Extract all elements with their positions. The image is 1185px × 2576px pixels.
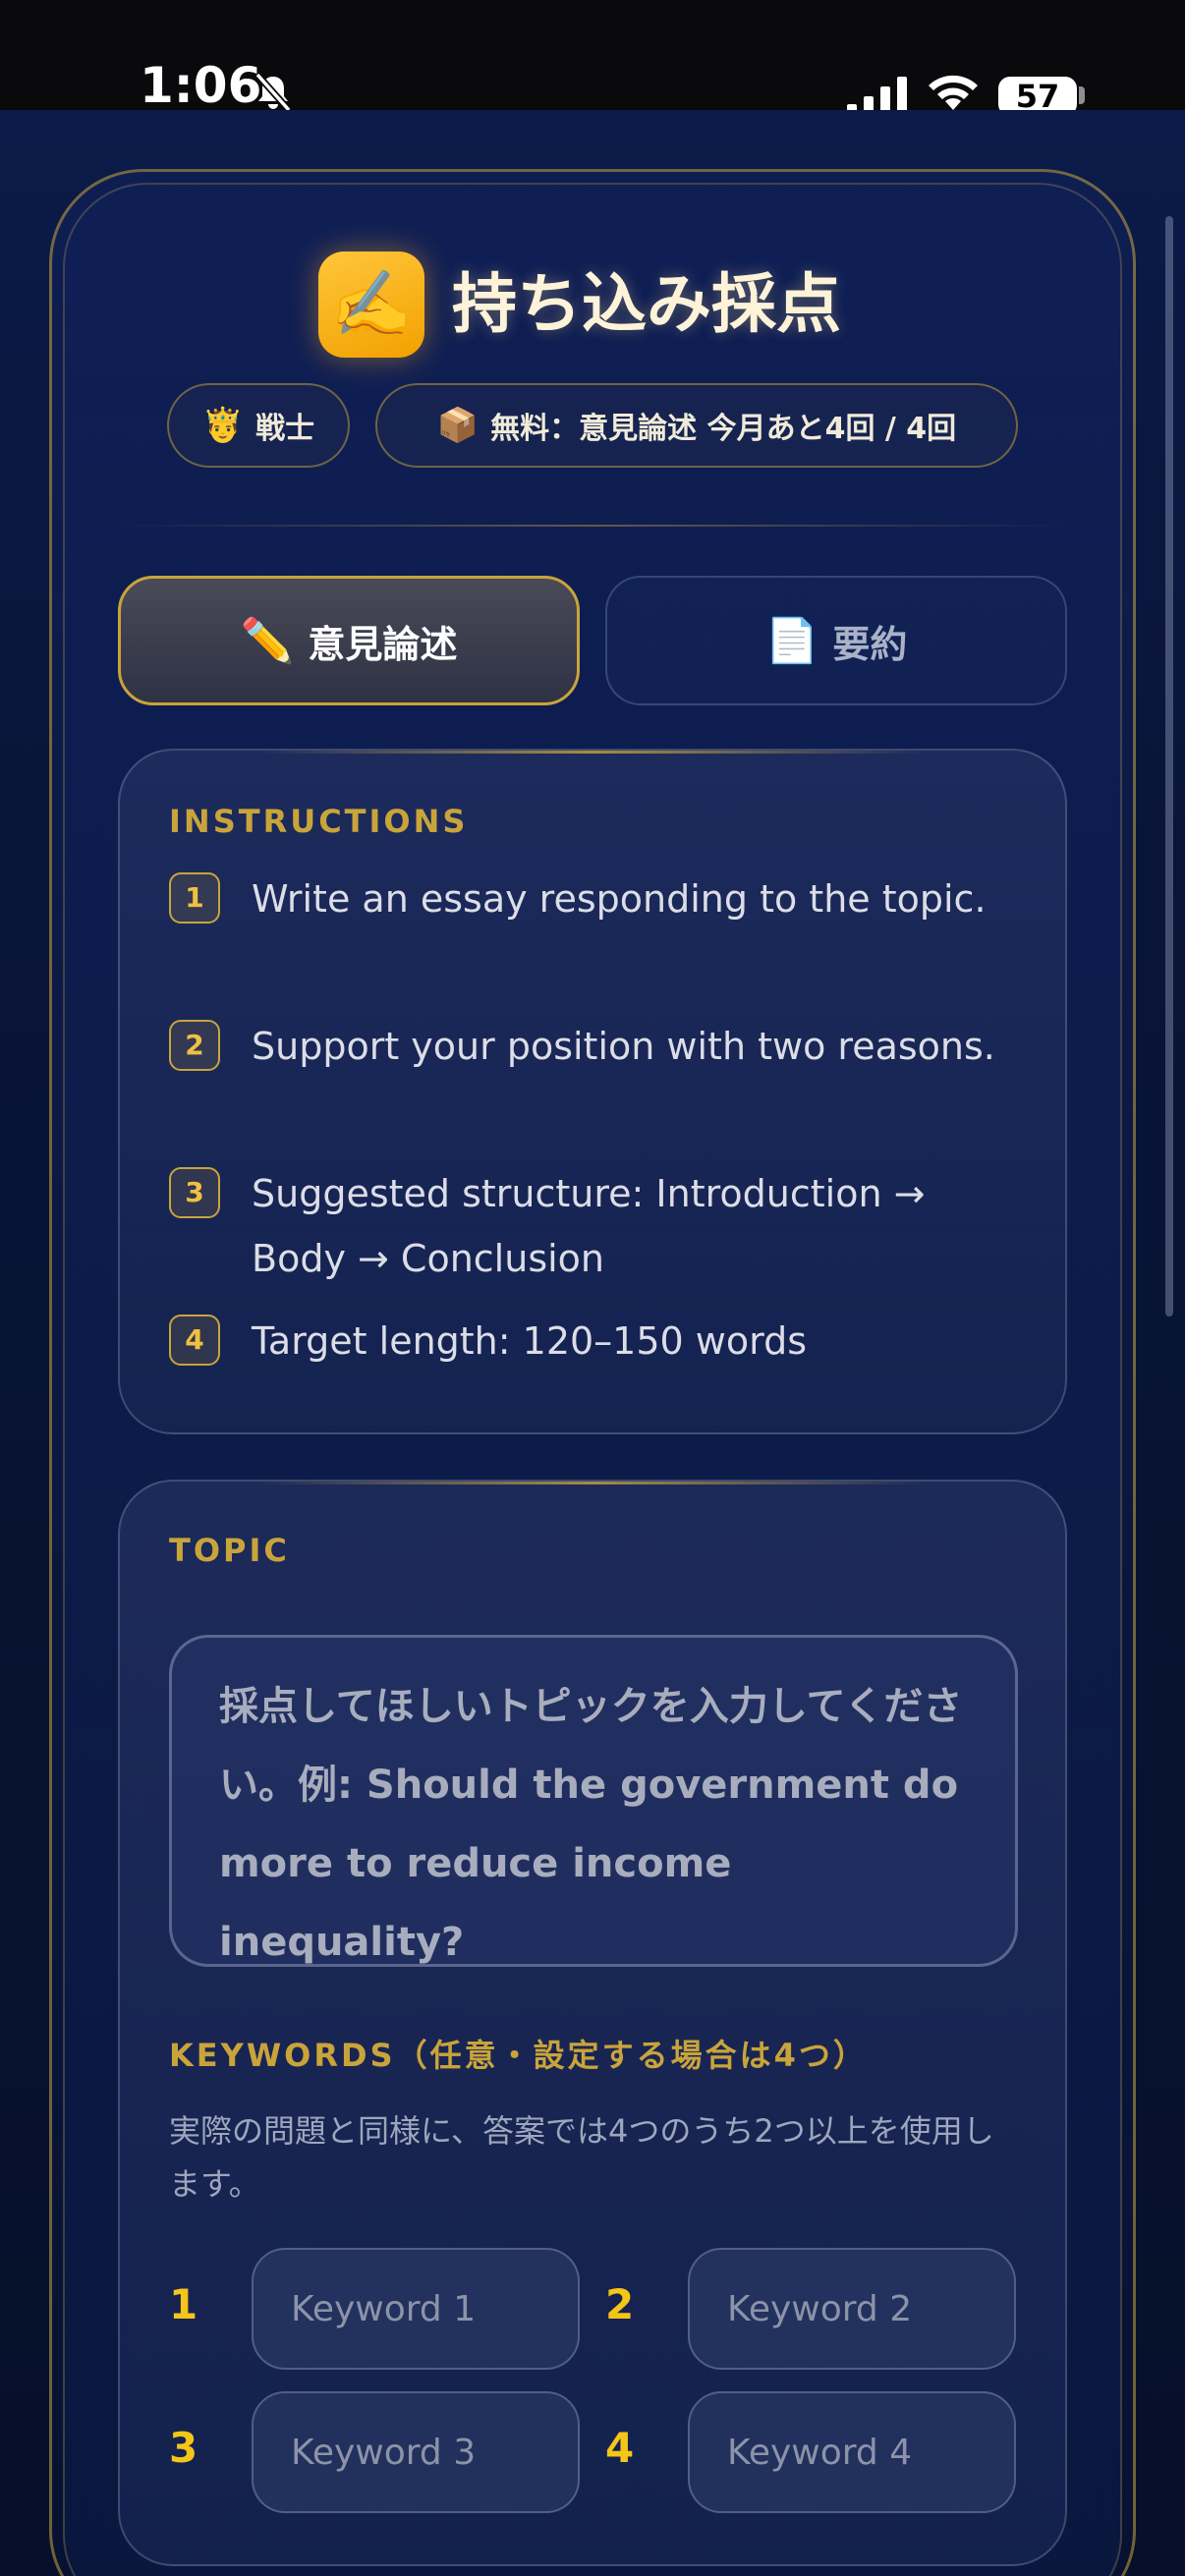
step-text: Support your position with two reasons. — [252, 1025, 995, 1068]
wifi-icon — [929, 75, 978, 110]
keywords-heading: KEYWORDS（任意・設定する場合は4つ） — [169, 2037, 868, 2074]
instructions-heading: INSTRUCTIONS — [169, 803, 469, 840]
tab-label: 要約 — [832, 622, 908, 666]
keyword-4-input[interactable] — [688, 2391, 1016, 2513]
step-text: Write an essay responding to the topic. — [252, 877, 987, 921]
step-text: Target length: 120–150 words — [252, 1319, 807, 1363]
pencil-icon: ✏️ — [240, 616, 295, 666]
header-divider — [118, 525, 1067, 527]
keyword-1-input[interactable] — [252, 2248, 580, 2370]
quota-badge: 📦 無料：意見論述 今月あと4回 / 4回 — [375, 383, 1018, 468]
keywords-help-text: 実際の問題と同様に、答案では4つのうち2つ以上を使用します。 — [169, 2112, 994, 2203]
topic-panel: TOPIC 採点してほしいトピックを入力してください。例: Should the… — [118, 1480, 1067, 2566]
step-number: 4 — [169, 1315, 220, 1366]
document-icon: 📄 — [764, 616, 819, 666]
status-time: 1:06 — [140, 57, 262, 114]
bell-off-icon — [254, 72, 292, 113]
page-title: 持ち込み採点 — [452, 266, 841, 342]
instructions-panel: INSTRUCTIONS 1 Write an essay responding… — [118, 749, 1067, 1434]
keyword-number: 2 — [605, 2280, 635, 2328]
scrollbar[interactable] — [1165, 216, 1173, 1316]
quota-label: 無料：意見論述 今月あと4回 / 4回 — [490, 412, 957, 446]
writing-hand-icon: ✍️ — [318, 252, 424, 358]
package-icon: 📦 — [436, 406, 480, 445]
prince-icon: 🤴 — [201, 406, 245, 445]
keyword-number: 4 — [605, 2424, 635, 2472]
rank-badge: 🤴 戦士 — [167, 383, 350, 468]
topic-input[interactable]: 採点してほしいトピックを入力してください。例: Should the gover… — [169, 1635, 1018, 1967]
keyword-2-input[interactable] — [688, 2248, 1016, 2370]
status-bar: 1:06 57 — [0, 0, 1185, 116]
step-number: 1 — [169, 872, 220, 924]
step-number: 2 — [169, 1020, 220, 1071]
rank-label: 戦士 — [255, 412, 315, 446]
battery-tip — [1079, 86, 1085, 104]
keyword-3-input[interactable] — [252, 2391, 580, 2513]
step-number: 3 — [169, 1167, 220, 1218]
tab-opinion-essay[interactable]: ✏️ 意見論述 — [118, 576, 580, 705]
keyword-number: 3 — [169, 2424, 198, 2472]
step-text: Suggested structure: Introduction → Body… — [252, 1172, 926, 1280]
keyword-number: 1 — [169, 2280, 198, 2328]
topic-heading: TOPIC — [169, 1532, 290, 1569]
tab-summary[interactable]: 📄 要約 — [605, 576, 1067, 705]
tab-label: 意見論述 — [308, 622, 458, 666]
